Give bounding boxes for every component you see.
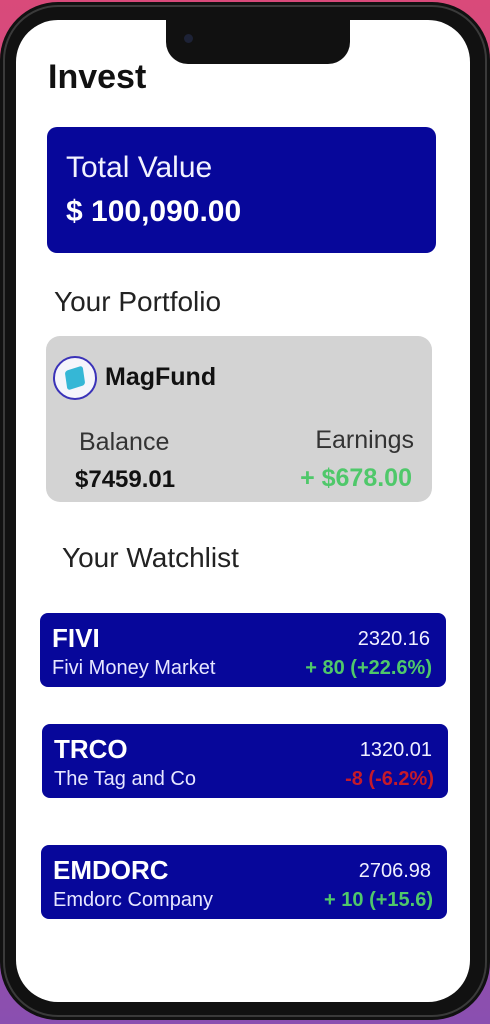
portfolio-section-title: Your Portfolio — [54, 286, 222, 317]
front-camera-icon — [184, 34, 193, 43]
watchlist-item[interactable]: EMDORC Emdorc Company 2706.98 + 10 (+15.… — [41, 845, 447, 919]
balance-label: Balance — [79, 428, 170, 456]
phone-frame: Invest Total Value $ 100,090.00 Your Por… — [0, 2, 490, 1020]
total-value-label: Total Value — [66, 151, 213, 184]
watchlist-ticker: FIVI — [52, 623, 100, 653]
earnings-value: + $678.00 — [300, 464, 412, 492]
watchlist-company-name: Emdorc Company — [53, 889, 214, 911]
portfolio-card[interactable]: MagFund Balance $7459.01 Earnings + $678… — [46, 336, 432, 502]
magfund-logo-icon — [53, 356, 97, 400]
watchlist-ticker: TRCO — [54, 734, 128, 764]
watchlist-ticker: EMDORC — [53, 855, 169, 885]
watchlist-change: + 10 (+15.6) — [324, 889, 433, 911]
watchlist-item[interactable]: TRCO The Tag and Co 1320.01 -8 (-6.2%) — [42, 724, 448, 798]
watchlist-company-name: Fivi Money Market — [52, 657, 216, 679]
page-title: Invest — [48, 58, 147, 96]
fund-name: MagFund — [105, 363, 217, 391]
watchlist-change: + 80 (+22.6%) — [305, 657, 432, 679]
earnings-label: Earnings — [315, 426, 414, 454]
total-value-card[interactable]: Total Value $ 100,090.00 — [47, 127, 436, 253]
watchlist-price: 2320.16 — [357, 628, 430, 650]
balance-value: $7459.01 — [75, 466, 176, 493]
notch — [166, 20, 350, 64]
watchlist-price: 1320.01 — [359, 739, 432, 761]
watchlist-item[interactable]: FIVI Fivi Money Market 2320.16 + 80 (+22… — [40, 613, 446, 687]
app-screen: Invest Total Value $ 100,090.00 Your Por… — [16, 20, 470, 1002]
total-value-amount: $ 100,090.00 — [66, 195, 242, 228]
watchlist-section-title: Your Watchlist — [62, 542, 239, 573]
watchlist-change: -8 (-6.2%) — [345, 768, 434, 790]
watchlist-company-name: The Tag and Co — [54, 768, 196, 790]
watchlist-price: 2706.98 — [358, 860, 431, 882]
